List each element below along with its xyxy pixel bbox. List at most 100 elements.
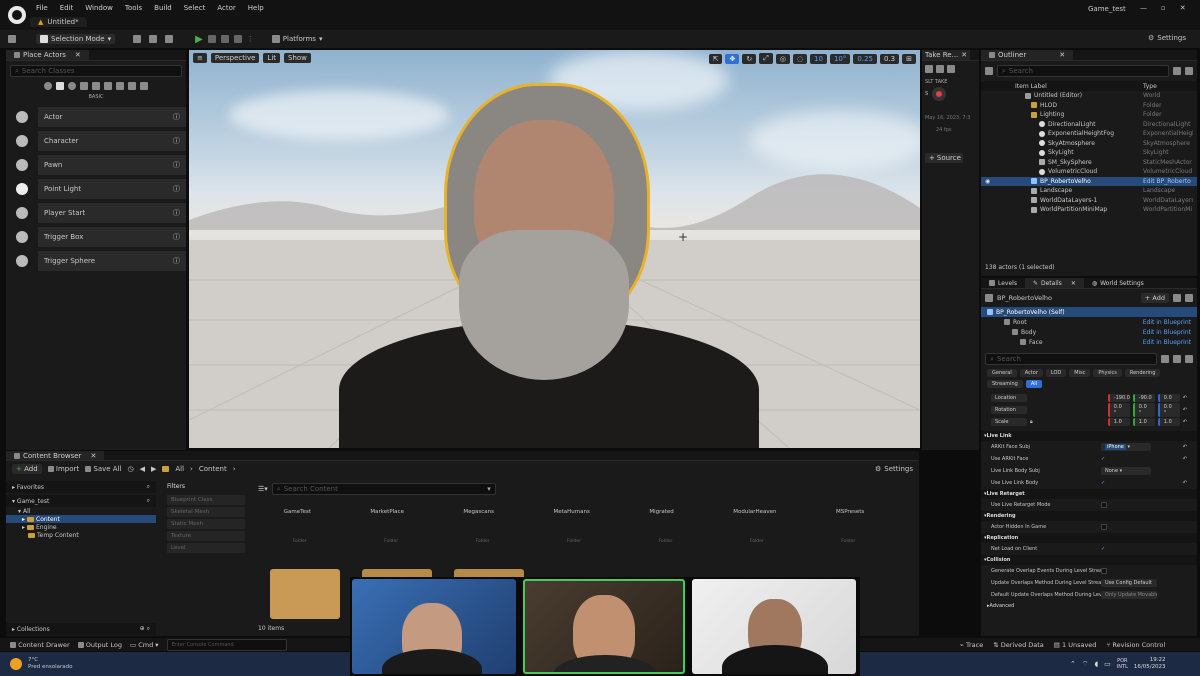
clock[interactable]: 19:22 16/05/2023: [1134, 657, 1166, 671]
scale-snap-value[interactable]: 0.25: [853, 53, 877, 64]
take-icon[interactable]: [925, 65, 933, 73]
world-local-icon[interactable]: ◎: [775, 53, 790, 64]
outliner-row[interactable]: WorldPartitionMiniMap WorldPartitionMi: [981, 205, 1197, 215]
settings-icon[interactable]: [1185, 355, 1193, 363]
reset-icon[interactable]: ↶: [1183, 444, 1187, 450]
surface-snap-icon[interactable]: ◌: [792, 53, 808, 64]
breadcrumb-content[interactable]: Content: [199, 465, 227, 473]
project-header[interactable]: ▾ Game_test ⌕: [6, 495, 156, 507]
actor-item[interactable]: Pawn ⓘ: [6, 154, 186, 176]
filter-tab-rendering[interactable]: Rendering: [1124, 369, 1161, 377]
save-icon[interactable]: [8, 35, 16, 43]
outliner-row-selected[interactable]: ◉ BP_RobertoVelho Edit BP_Roberto: [981, 176, 1197, 186]
reset-icon[interactable]: ↶: [1183, 407, 1187, 413]
folder-name[interactable]: Migrated: [649, 509, 673, 515]
location-y-field[interactable]: -90.0: [1132, 394, 1155, 402]
update-overlaps-dropdown[interactable]: Use Config Default: [1101, 579, 1157, 587]
location-label[interactable]: Location: [991, 394, 1027, 402]
section-header-collision[interactable]: ▾ Collision: [981, 555, 1197, 565]
forward-arrow-icon[interactable]: ▶: [151, 465, 156, 473]
rotation-snap-value[interactable]: 10°: [829, 53, 851, 64]
add-folder-icon[interactable]: [1173, 67, 1181, 75]
weather-widget[interactable]: 7°C Pred ensolarado: [28, 657, 72, 671]
volume-icon[interactable]: ◖: [1094, 660, 1098, 668]
tree-item[interactable]: ▾ All: [6, 507, 156, 515]
import-button[interactable]: Import: [47, 465, 79, 473]
actor-item[interactable]: Trigger Box ⓘ: [6, 226, 186, 248]
scale-z-field[interactable]: 1.0: [1157, 418, 1180, 426]
lights-icon[interactable]: [68, 82, 76, 90]
filter-tab-all[interactable]: All: [1025, 380, 1043, 388]
info-icon[interactable]: ⓘ: [173, 136, 180, 146]
add-collection-icon[interactable]: ⊕: [140, 625, 145, 632]
rotation-y-field[interactable]: 0.0 °: [1132, 403, 1155, 417]
outliner-row[interactable]: VolumetricCloud VolumetricCloud: [981, 167, 1197, 177]
output-log-button[interactable]: Output Log: [77, 641, 122, 649]
blueprint-options-icon[interactable]: [1173, 294, 1181, 302]
outliner-row[interactable]: ExponentialHeightFog ExponentialHeightFog: [981, 129, 1197, 139]
place-actors-search[interactable]: ⌕ Search Classes: [10, 65, 182, 77]
play-icon[interactable]: ▶: [195, 34, 203, 45]
star-icon[interactable]: [1173, 355, 1181, 363]
add-content-icon[interactable]: [133, 35, 142, 43]
menu-actor[interactable]: Actor: [217, 4, 235, 12]
camera-speed-value[interactable]: 0.3: [879, 53, 900, 64]
chevron-up-icon[interactable]: ⌃: [1070, 660, 1076, 668]
rotation-label[interactable]: Rotation: [991, 406, 1027, 414]
tab-details[interactable]: ✎ Details ✕: [1024, 278, 1084, 288]
lit-button[interactable]: Lit: [263, 53, 281, 63]
section-header-advanced[interactable]: ▸ Advanced: [981, 601, 1197, 611]
reset-icon[interactable]: ↶: [1183, 395, 1187, 401]
selection-mode-dropdown[interactable]: Selection Mode ▾: [36, 34, 116, 44]
language-indicator[interactable]: POR INTL: [1117, 658, 1128, 670]
content-search[interactable]: ⌕ Search Content ▾: [271, 483, 496, 495]
component-row[interactable]: Body Edit in Blueprint: [981, 327, 1197, 337]
menu-select[interactable]: Select: [184, 4, 206, 12]
section-header-rendering[interactable]: ▾ Rendering: [981, 511, 1197, 521]
scale-label[interactable]: Scale: [991, 418, 1027, 426]
collections-header[interactable]: ▸ Collections ⊕ ⌕: [6, 623, 156, 635]
filter-tab-actor[interactable]: Actor: [1019, 369, 1043, 377]
weather-icon[interactable]: [10, 658, 22, 670]
menu-file[interactable]: File: [36, 4, 48, 12]
tree-item[interactable]: ▸ Engine: [6, 523, 156, 531]
scale-x-field[interactable]: 1.0: [1107, 418, 1130, 426]
grid-snap-value[interactable]: 10: [810, 53, 827, 64]
close-window-icon[interactable]: ✕: [1180, 4, 1186, 12]
eject-icon[interactable]: [233, 35, 242, 43]
outliner-row[interactable]: SkyLight SkyLight: [981, 148, 1197, 158]
translate-icon[interactable]: ✥: [725, 53, 740, 64]
menu-help[interactable]: Help: [248, 4, 264, 12]
menu-edit[interactable]: Edit: [60, 4, 74, 12]
search-icon[interactable]: ⌕: [147, 497, 150, 505]
tab-take-recorder[interactable]: Take Re... ✕: [922, 50, 971, 60]
breadcrumb-all[interactable]: All: [175, 465, 184, 473]
favorites-header[interactable]: ▸ Favorites ⌕: [6, 481, 156, 493]
component-row[interactable]: Root Edit in Blueprint: [981, 317, 1197, 327]
info-icon[interactable]: ⓘ: [173, 184, 180, 194]
filter-item[interactable]: Texture: [167, 531, 245, 541]
minimize-icon[interactable]: —: [1140, 4, 1147, 12]
filter-item[interactable]: Skeletal Mesh: [167, 507, 245, 517]
section-header-live-link[interactable]: ▾ Live Link: [981, 431, 1197, 441]
net-load-checkbox[interactable]: ✓: [1101, 546, 1105, 552]
add-component-button[interactable]: + Add: [1140, 293, 1169, 303]
folder-name[interactable]: MetaHumans: [554, 509, 590, 515]
folder-name[interactable]: ModularHeaven: [733, 509, 776, 515]
folder-thumbnail[interactable]: [270, 569, 340, 619]
use-live-link-body-checkbox[interactable]: ✓: [1101, 480, 1105, 486]
console-input[interactable]: Enter Console Command: [166, 638, 287, 651]
section-header-live-retarget[interactable]: ▾ Live Retarget: [981, 489, 1197, 499]
content-settings-button[interactable]: ⚙ Settings: [875, 465, 913, 473]
cinematics-icon[interactable]: [165, 35, 174, 43]
stop-icon[interactable]: [220, 35, 229, 43]
network-icon[interactable]: ⌔: [1082, 660, 1089, 669]
outliner-row[interactable]: HLOD Folder: [981, 101, 1197, 111]
platforms-menu[interactable]: Platforms ▾: [271, 35, 322, 43]
details-search[interactable]: ⌕ Search: [985, 353, 1157, 365]
reset-icon[interactable]: ↶: [1183, 456, 1187, 462]
location-x-field[interactable]: -190.0: [1107, 394, 1130, 402]
component-row[interactable]: Face Edit in Blueprint: [981, 337, 1197, 347]
filter-tab-streaming[interactable]: Streaming: [987, 380, 1023, 388]
unreal-logo-icon[interactable]: [8, 6, 26, 24]
